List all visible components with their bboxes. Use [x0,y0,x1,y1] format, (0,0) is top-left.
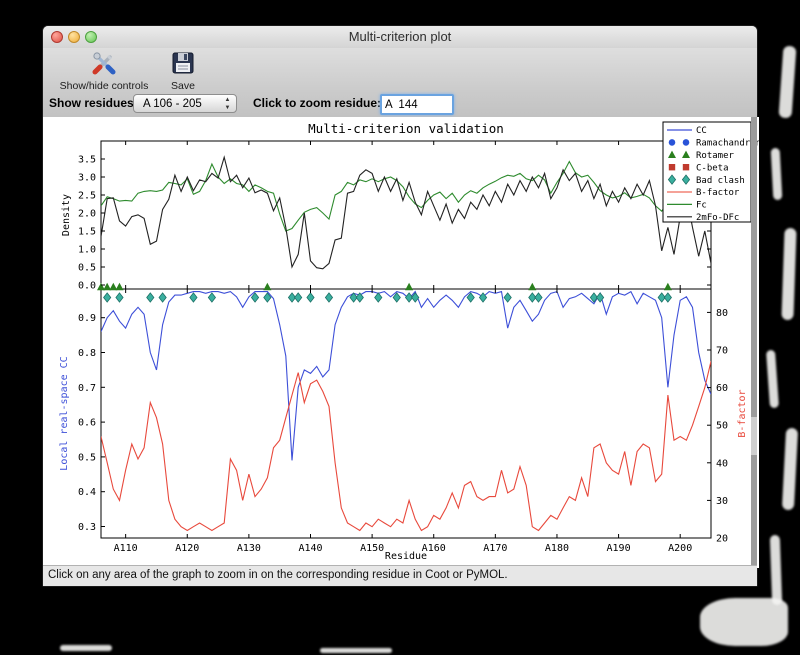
noise-artifact [765,349,780,409]
rama-marker [668,139,676,146]
svg-text:60: 60 [716,383,728,394]
svg-text:0.6: 0.6 [78,418,96,429]
svg-text:A150: A150 [360,543,384,554]
noise-artifact [769,534,783,606]
legend-label: 2mFo-DFc [696,213,739,223]
noise-artifact [781,427,799,511]
svg-text:A140: A140 [298,543,322,554]
show-hide-controls-button[interactable]: Show/hide controls [49,50,159,92]
figure-area: A110 A120 A130 A140 A150 A160 A170 A180 A190 A200… [43,117,761,568]
svg-text:40: 40 [716,458,728,469]
screen-background: Multi-criterion plot Show/hide controls [0,0,800,655]
cbeta-marker [668,164,676,171]
svg-text:A120: A120 [175,543,199,554]
legend-label: B-factor [696,188,740,198]
validation-plot[interactable]: A110 A120 A130 A140 A150 A160 A170 A180 A190 A200… [43,117,761,568]
svg-text:3.0: 3.0 [78,173,96,184]
svg-text:A190: A190 [607,543,631,554]
app-window: Multi-criterion plot Show/hide controls [42,25,761,587]
status-message: Click on any area of the graph to zoom i… [48,569,508,581]
svg-text:50: 50 [716,421,728,432]
save-button[interactable]: Save [161,50,205,92]
svg-text:2.0: 2.0 [78,209,96,220]
svg-text:0.5: 0.5 [78,452,96,463]
controls-row: Show residues: A 106 - 205 ▲ ▼ Click to z… [43,91,757,118]
svg-text:A200: A200 [668,543,692,554]
svg-text:A170: A170 [483,543,507,554]
legend-label: Fc [696,201,707,211]
svg-text:3.5: 3.5 [78,155,96,166]
status-bar: Click on any area of the graph to zoom i… [43,565,757,586]
scrollbar-thumb[interactable] [751,417,757,455]
svg-text:0.0: 0.0 [78,281,96,292]
noise-artifact [320,648,392,653]
noise-artifact [778,45,797,119]
svg-text:0.8: 0.8 [78,348,96,359]
svg-text:0.3: 0.3 [78,522,96,533]
svg-text:0.7: 0.7 [78,383,96,394]
bfactor-axis-label: B-factor [737,389,748,437]
chart-title: Multi-criterion validation [308,121,504,136]
cbeta-marker [682,164,690,171]
svg-text:30: 30 [716,496,728,507]
density-axis-label: Density [61,194,72,236]
noise-artifact [60,645,112,651]
stepper-arrows-icon: ▲ ▼ [224,97,231,111]
legend-label: C-beta [696,163,729,173]
save-icon [161,50,205,79]
svg-text:A110: A110 [114,543,138,554]
legend-label: CC [696,126,707,136]
svg-text:2.5: 2.5 [78,191,96,202]
cc-axis-label: Local real-space CC [59,356,70,470]
x-axis-label: Residue [385,551,427,562]
show-residues-dropdown[interactable]: A 106 - 205 ▲ ▼ [133,94,237,113]
noise-artifact [781,227,797,321]
tools-icon [49,50,159,79]
svg-text:0.5: 0.5 [78,263,96,274]
legend-label: Bad clash [696,176,745,186]
zoom-residue-label: Click to zoom residue: [253,96,382,110]
show-residues-value: A 106 - 205 [143,98,202,110]
legend-label: Ramachandran [696,139,759,149]
toolbar: Show/hide controls Save [43,48,757,92]
svg-text:0.4: 0.4 [78,487,96,498]
zoom-residue-input[interactable] [380,94,454,115]
scrollbar-track[interactable] [751,117,757,568]
window-title: Multi-criterion plot [348,29,452,44]
svg-text:A130: A130 [237,543,261,554]
svg-text:70: 70 [716,346,728,357]
svg-text:0.9: 0.9 [78,313,96,324]
rama-marker [682,139,690,146]
svg-text:80: 80 [716,308,728,319]
svg-text:A180: A180 [545,543,569,554]
svg-text:1.5: 1.5 [78,227,96,238]
noise-artifact [770,147,783,201]
show-residues-label: Show residues: [49,96,138,110]
title-bar: Multi-criterion plot [43,26,757,49]
noise-artifact [700,598,788,646]
legend-label: Rotamer [696,151,735,161]
svg-text:1.0: 1.0 [78,245,96,256]
svg-text:20: 20 [716,534,728,545]
